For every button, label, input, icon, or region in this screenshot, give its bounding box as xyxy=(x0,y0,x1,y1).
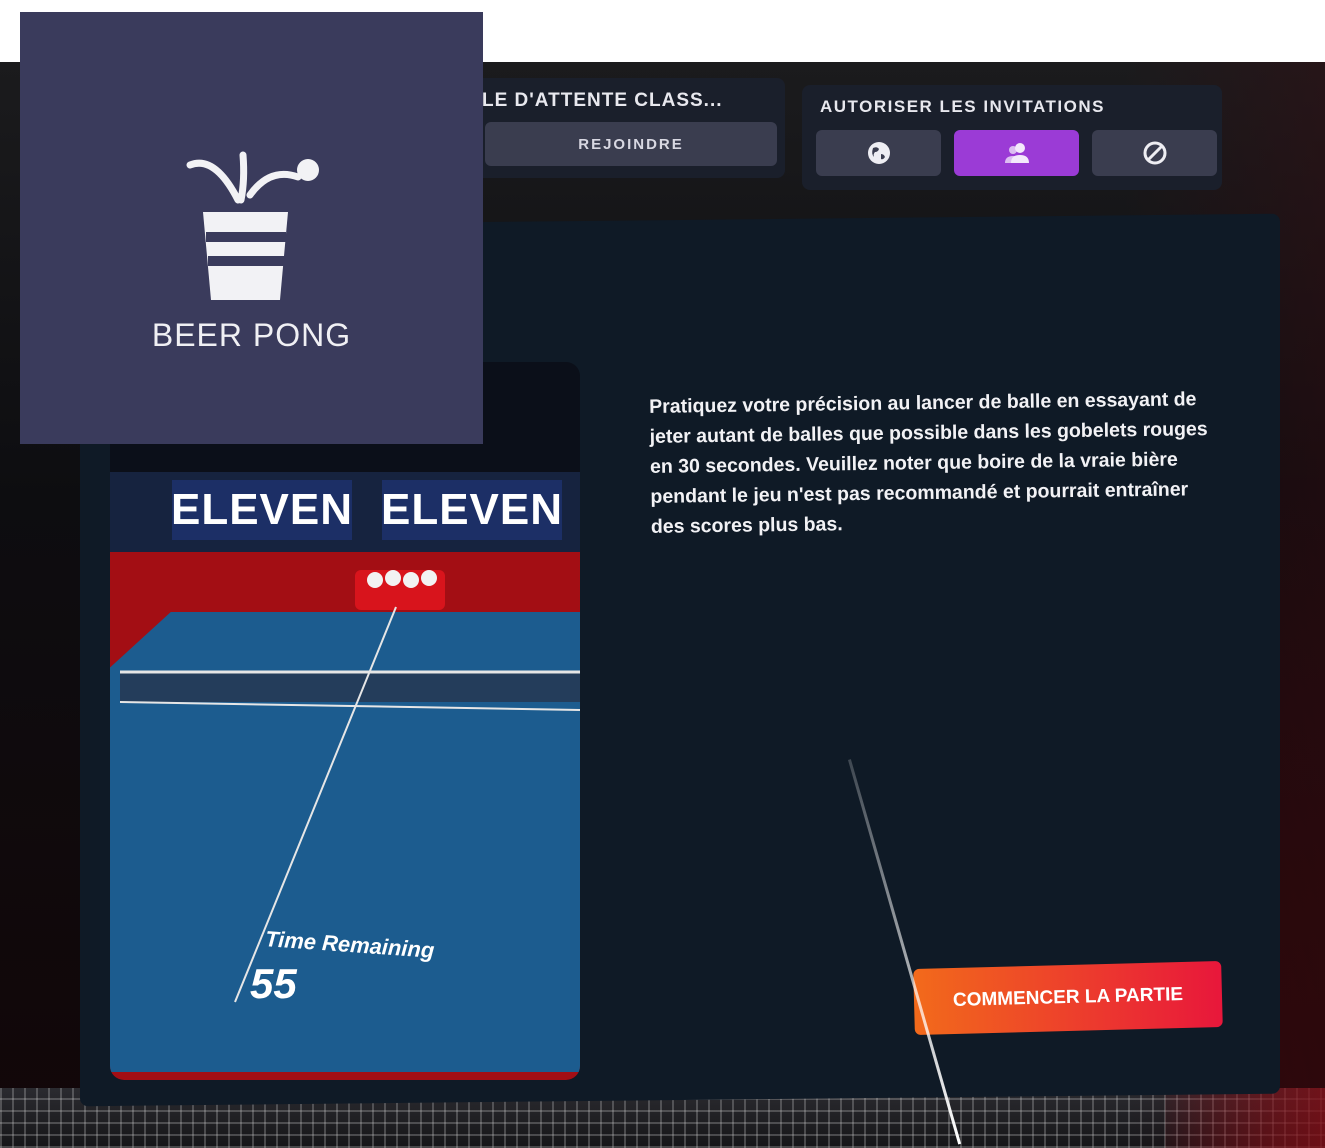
invite-everyone-button[interactable] xyxy=(816,130,941,176)
sponsor-banner: ELEVEN xyxy=(381,480,562,540)
block-icon xyxy=(1143,141,1166,165)
table-lines xyxy=(119,570,580,1003)
queue-title: LE D'ATTENTE CLASS... xyxy=(482,90,723,111)
queue-box: LE D'ATTENTE CLASS... REJOINDRE xyxy=(470,78,785,178)
invite-title: AUTORISER LES INVITATIONS xyxy=(820,97,1105,116)
sponsor-banner: ELEVEN xyxy=(171,480,352,540)
join-button[interactable]: REJOINDRE xyxy=(485,122,777,166)
friends-icon xyxy=(1004,143,1029,163)
beer-pong-mode-card[interactable]: BEER PONG xyxy=(20,12,483,444)
mode-label: BEER PONG xyxy=(151,317,352,353)
start-game-button[interactable]: COMMENCER LA PARTIE xyxy=(913,960,1223,1036)
game-preview-image: ELEVEN ELEVEN Time Remaining 55 xyxy=(110,362,580,1080)
invite-friends-button[interactable] xyxy=(954,130,1079,176)
invite-none-button[interactable] xyxy=(1092,130,1217,176)
time-remaining-value: 55 xyxy=(250,960,297,1007)
beer-pong-cup-icon xyxy=(186,151,319,300)
red-zone xyxy=(1165,1088,1325,1148)
mode-description: Pratiquez votre précision au lancer de b… xyxy=(649,388,1208,538)
globe-icon xyxy=(867,142,890,164)
invite-settings-box: AUTORISER LES INVITATIONS xyxy=(802,85,1222,190)
